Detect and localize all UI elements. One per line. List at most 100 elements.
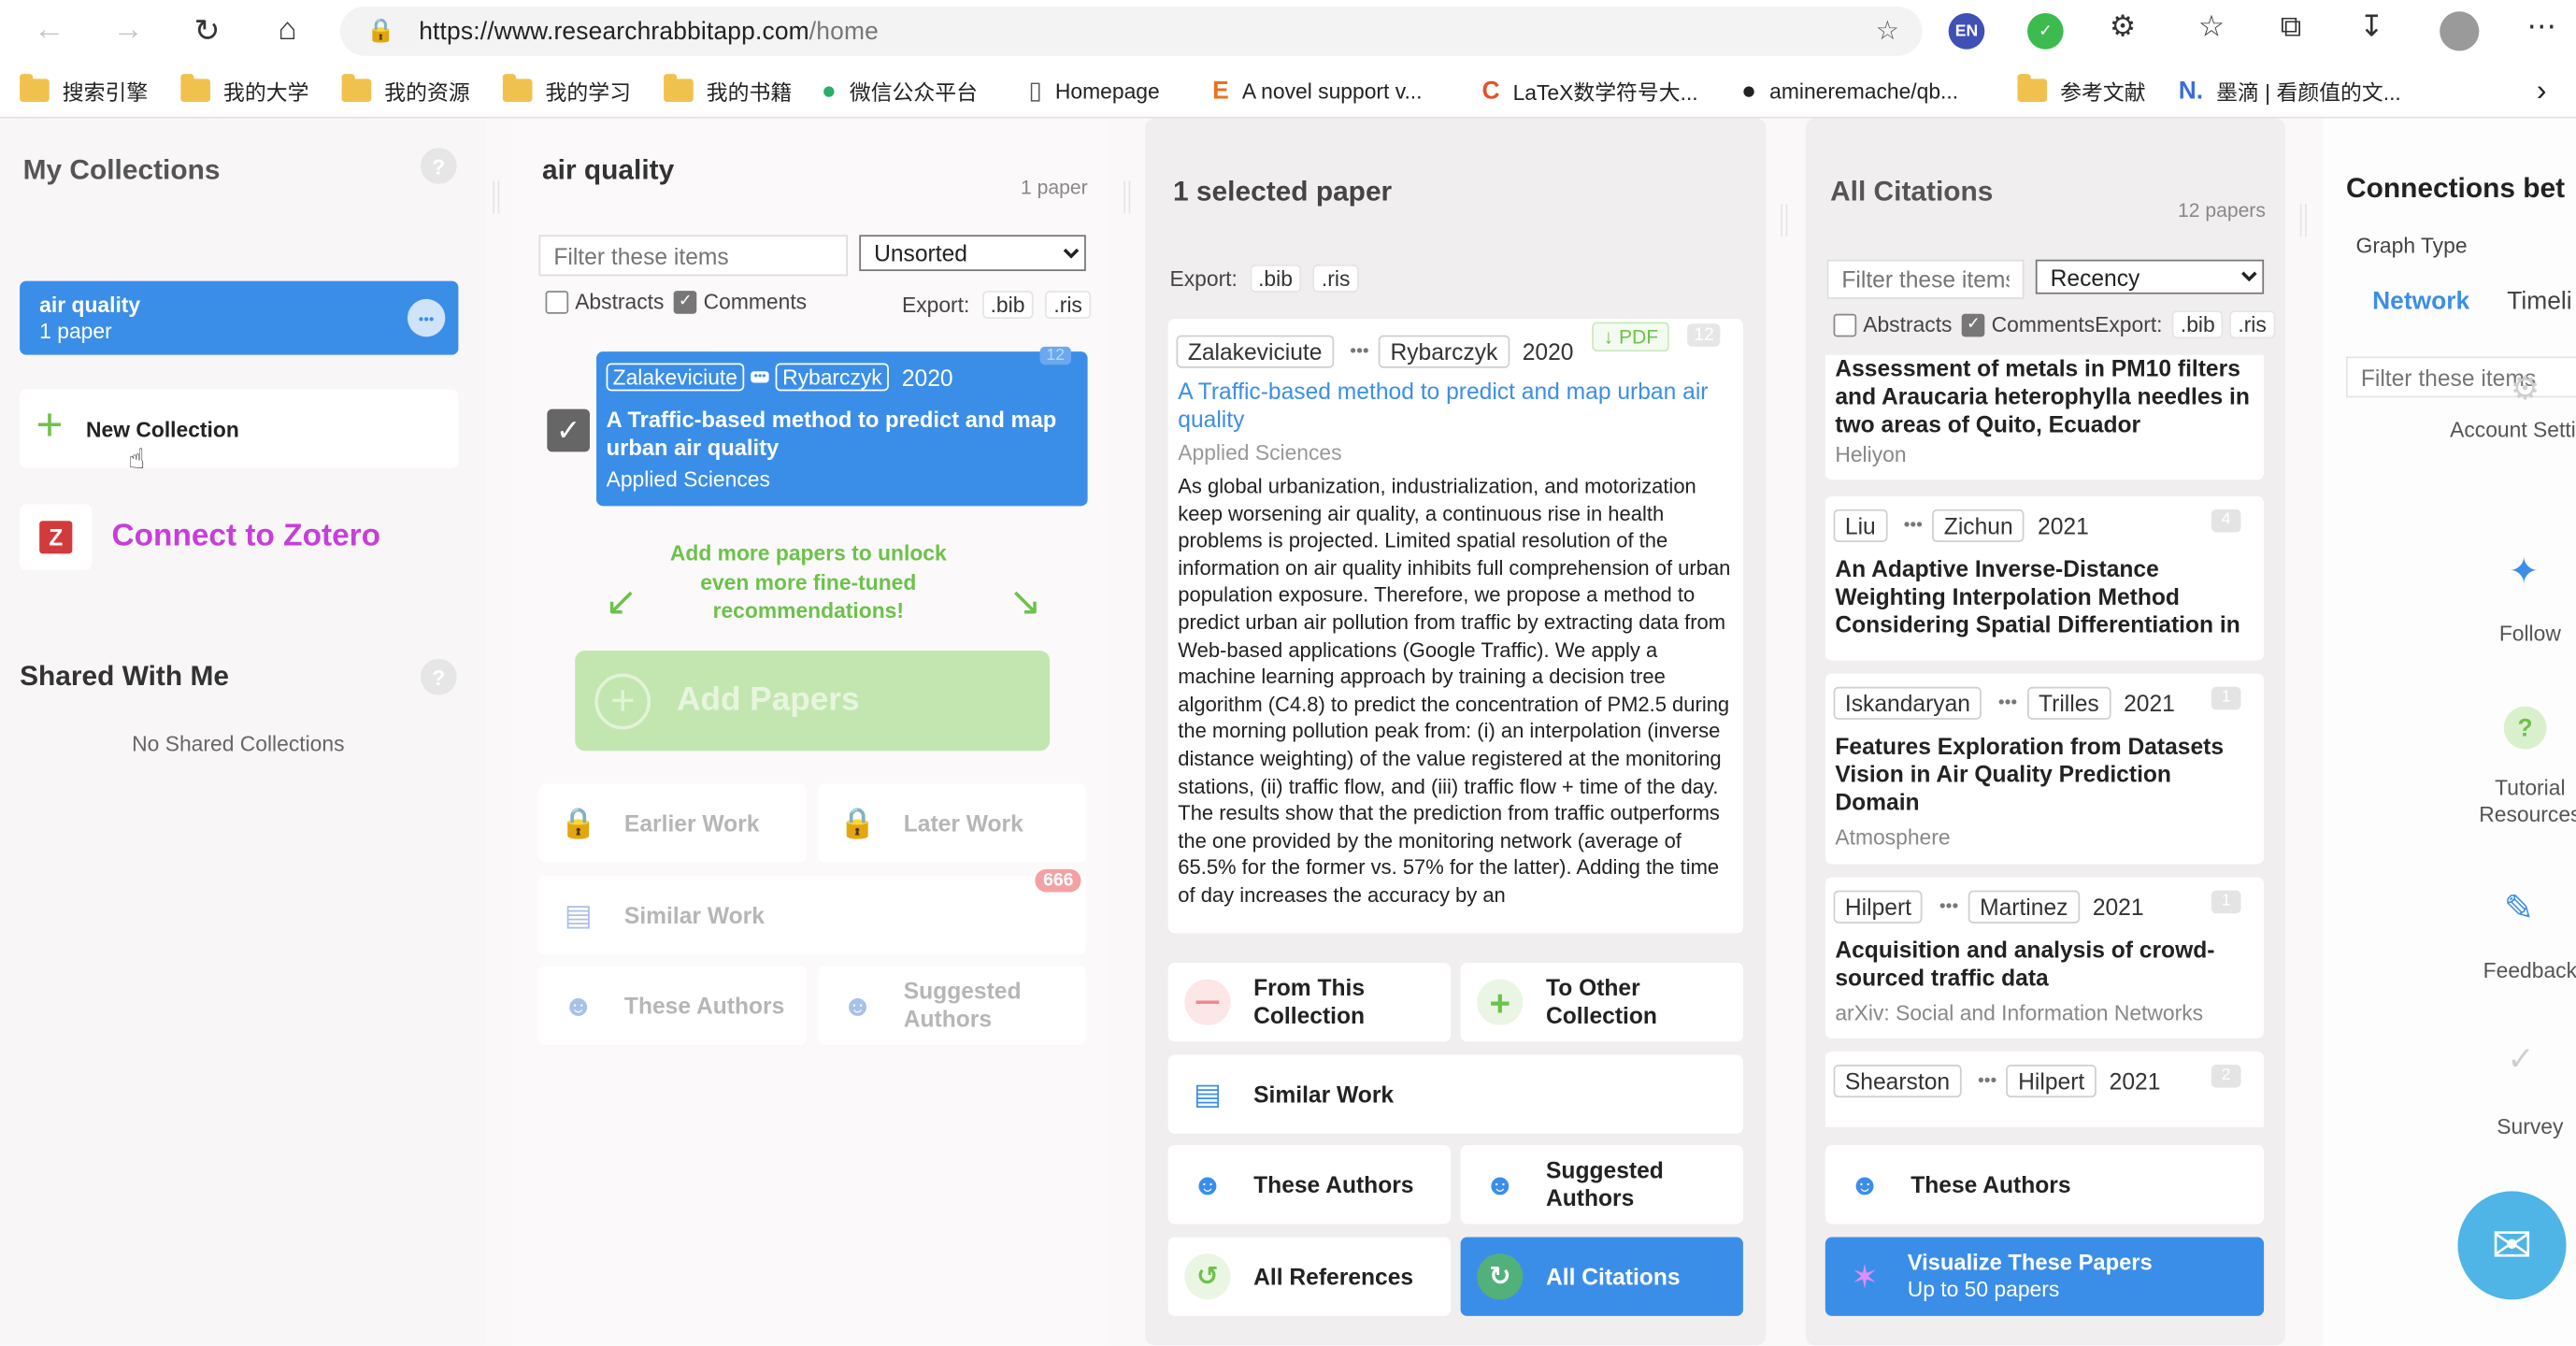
similar-work-button[interactable]: ▤ Similar Work [1167,1054,1743,1134]
resize-handle[interactable] [1123,180,1131,214]
visualize-papers-button[interactable]: ✶ Visualize These Papers Up to 50 papers [1825,1237,2265,1316]
tutorial-resources-link[interactable]: Tutorial Resources [2448,776,2576,828]
author-chip[interactable]: Zalakeviciute [1176,335,1334,368]
bookmark-item[interactable]: N. 墨滴 | 看颜值的文... [2179,72,2401,108]
address-bar[interactable]: 🔒 https://www.researchrabbitapp.com/home… [339,7,1923,56]
follow-link[interactable]: Follow [2448,621,2576,645]
export-bib-link[interactable]: .bib [981,291,1034,319]
suggested-authors-button[interactable]: ☻ Suggested Authors [818,966,1086,1045]
citation-item[interactable]: Hilpert ••• Martinez 2021 1 Acquisition an… [1825,877,2265,1038]
bookmark-item[interactable]: 我的书籍 [664,72,792,108]
connections-filter-input[interactable] [2345,356,2576,398]
earlier-work-button[interactable]: 🔒 Earlier Work [538,783,808,863]
paper-card-selected[interactable]: Zalakeviciute ••• Rybarczyk 2020 12 A Tr… [596,346,1088,507]
network-tab[interactable]: Network [2372,288,2469,316]
help-icon[interactable]: ? [420,148,457,184]
these-authors-button[interactable]: ☻ These Authors [538,966,808,1045]
tutorial-icon[interactable]: ? [2503,706,2547,750]
author-chip[interactable]: Liu [1833,508,1888,543]
bookmark-item[interactable]: 我的资源 [341,72,470,108]
home-icon[interactable]: ⌂ [268,11,308,50]
selected-paper-link[interactable]: A Traffic-based method to predict and ma… [1178,378,1733,434]
citation-item[interactable]: Liu ••• Zichun 2021 4 An Adaptive Inverse-… [1825,495,2265,661]
author-chip[interactable]: Rybarczyk [1379,335,1510,368]
author-chip[interactable]: Zalakeviciute [606,363,745,392]
these-authors-button[interactable]: ☻ These Authors [1167,1145,1452,1224]
citations-filter-input[interactable] [1826,259,2025,299]
collection-menu-icon[interactable]: ••• [407,298,446,337]
export-ris-link[interactable]: .ris [1045,291,1091,319]
citation-item[interactable]: Iskandaryan ••• Trilles 2021 1 Features Ex… [1825,673,2265,865]
account-settings-link[interactable]: Account Settings [2448,417,2576,443]
from-this-collection-button[interactable]: From This Collection [1167,963,1452,1042]
shared-help-icon[interactable]: ? [420,658,457,695]
survey-link[interactable]: Survey [2448,1114,2576,1138]
download-icon[interactable]: ↧ [2359,10,2384,45]
export-ris-link[interactable]: .ris [2229,310,2275,339]
more-menu-icon[interactable]: ⋯ [2526,10,2556,45]
connect-zotero-link[interactable]: Connect to Zotero [112,519,381,555]
bookmark-item[interactable]: ● amineremache/qb... [1741,72,1958,108]
resize-handle[interactable] [493,180,500,214]
chevron-right-icon[interactable]: › [2537,72,2547,108]
forward-icon[interactable]: → [108,11,148,50]
survey-icon[interactable]: ✓ [2507,1038,2534,1080]
resize-handle[interactable] [2299,203,2307,237]
author-chip[interactable]: Trilles [2026,686,2111,720]
author-chip[interactable]: Shearston [1833,1064,1962,1098]
bookmark-item[interactable]: 搜索引擎 [20,72,148,108]
settings-gear-icon[interactable]: ⚙ [2511,368,2540,409]
author-chip[interactable]: Zichun [1932,508,2025,543]
pdf-link[interactable]: ↓ PDF [1592,322,1670,352]
citation-item[interactable]: Assessment of metals in PM10 filters and… [1825,354,2265,480]
similar-work-button[interactable]: ▤ Similar Work [538,875,1086,955]
abstracts-checkbox[interactable]: Abstracts [1833,312,1952,336]
author-chip[interactable]: Hilpert [2006,1064,2097,1098]
feedback-icon[interactable]: ✎ [2504,887,2534,930]
bookmark-item[interactable]: ▯ Homepage [1028,72,1159,108]
later-work-button[interactable]: 🔒 Later Work [818,783,1086,863]
export-bib-link[interactable]: .bib [2172,310,2224,339]
new-collection-button[interactable]: + New Collection [20,389,459,468]
bookmark-item[interactable]: 我的学习 [502,72,631,108]
reload-icon[interactable]: ↻ [187,11,226,50]
add-papers-button[interactable]: + Add Papers [575,651,1051,752]
chat-bubble-icon[interactable]: ✉ [2457,1191,2567,1300]
collection-filter-input[interactable] [538,235,848,277]
suggested-authors-button[interactable]: ☻ Suggested Authors [1460,1145,1743,1224]
comments-checkbox[interactable]: ✓ Comments [673,289,807,314]
bookmark-item[interactable]: C LaTeX数学符号大... [1481,72,1697,108]
author-chip[interactable]: Hilpert [1833,890,1924,924]
citations-sort-select[interactable]: Recency [2035,259,2265,294]
comments-checkbox[interactable]: ✓ CommentsExport: [1962,312,2163,336]
collections-icon[interactable]: ⧉ [2281,10,2302,45]
all-citations-button[interactable]: ↻ All Citations [1460,1237,1743,1316]
these-authors-button[interactable]: ☻ These Authors [1825,1145,2265,1224]
collection-air-quality[interactable]: air quality 1 paper ••• [20,280,459,355]
grammarly-extension-icon[interactable]: ✓ [2027,13,2064,50]
bookmark-item[interactable]: 参考文献 [2017,72,2146,108]
paper-select-checkbox[interactable]: ✓ [547,408,591,452]
collection-sort-select[interactable]: Unsorted [859,235,1086,272]
feedback-link[interactable]: Feedback [2448,958,2576,982]
bookmark-item[interactable]: 我的大学 [180,72,308,108]
to-other-collection-button[interactable]: + To Other Collection [1460,963,1743,1042]
twitter-icon[interactable]: ✦ [2509,551,2539,594]
back-icon[interactable]: ← [30,11,69,50]
export-bib-link[interactable]: .bib [1250,264,1301,293]
timeline-tab[interactable]: Timeli [2507,288,2571,316]
bookmark-star-icon[interactable]: ☆ [1876,15,1899,48]
export-ris-link[interactable]: .ris [1313,264,1359,293]
citation-item[interactable]: Shearston ••• Hilpert 2021 2 [1825,1051,2265,1127]
author-chip[interactable]: Iskandaryan [1833,686,1982,720]
language-extension-icon[interactable]: EN [1948,13,1985,50]
abstracts-checkbox[interactable]: Abstracts [545,289,664,314]
profile-avatar[interactable] [2440,11,2480,51]
extensions-icon[interactable]: ⚙ [2110,10,2136,45]
favorites-icon[interactable]: ☆ [2198,10,2225,45]
all-references-button[interactable]: ↺ All References [1167,1237,1452,1316]
bookmark-item[interactable]: ● 微信公众平台 [822,72,978,108]
bookmark-item[interactable]: E A novel support v... [1212,72,1422,108]
author-chip[interactable]: Martinez [1968,890,2080,924]
resize-handle[interactable] [1781,203,1788,237]
